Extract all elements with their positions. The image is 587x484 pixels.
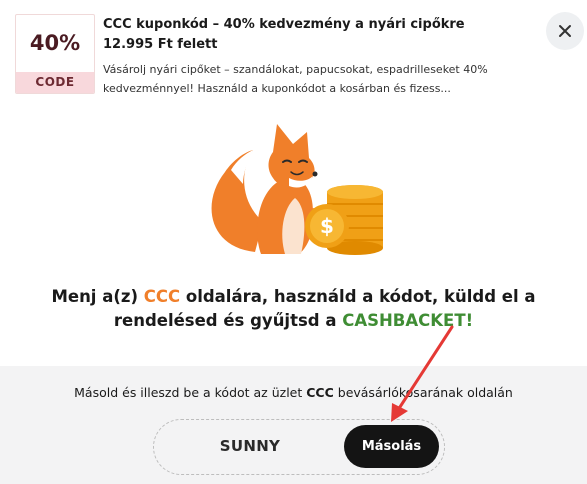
fox-mascot-illustration: $ <box>211 124 383 255</box>
badge-value: 40% <box>29 31 81 55</box>
headline-cashback: CASHBACKET! <box>342 311 474 330</box>
copy-button[interactable]: Másolás <box>344 425 439 468</box>
close-button[interactable] <box>546 12 584 50</box>
copy-instruction: Másold és illeszd be a kódot az üzlet CC… <box>0 385 587 400</box>
headline-part1: Menj a(z) <box>51 287 144 306</box>
discount-badge: 40% CODE <box>15 14 95 94</box>
instruction-part1: Másold és illeszd be a kódot az üzlet <box>74 385 307 400</box>
svg-text:$: $ <box>320 214 334 238</box>
headline-store-name: CCC <box>143 287 181 306</box>
instruction-store-name: CCC <box>306 385 334 400</box>
headline: Menj a(z) CCC oldalára, használd a kódot… <box>0 285 587 333</box>
offer-title: CCC kuponkód – 40% kedvezmény a nyári ci… <box>103 17 465 52</box>
coupon-code[interactable]: SUNNY <box>200 437 300 455</box>
instruction-part2: bevásárlókosarának oldalán <box>333 385 513 400</box>
offer-description: Vásárolj nyári cipőket – szandálokat, pa… <box>103 63 488 95</box>
badge-code-label: CODE <box>16 72 94 93</box>
close-icon <box>559 25 571 37</box>
offer-panel: 40% CODE CCC kuponkód – 40% kedvezmény a… <box>0 0 587 366</box>
